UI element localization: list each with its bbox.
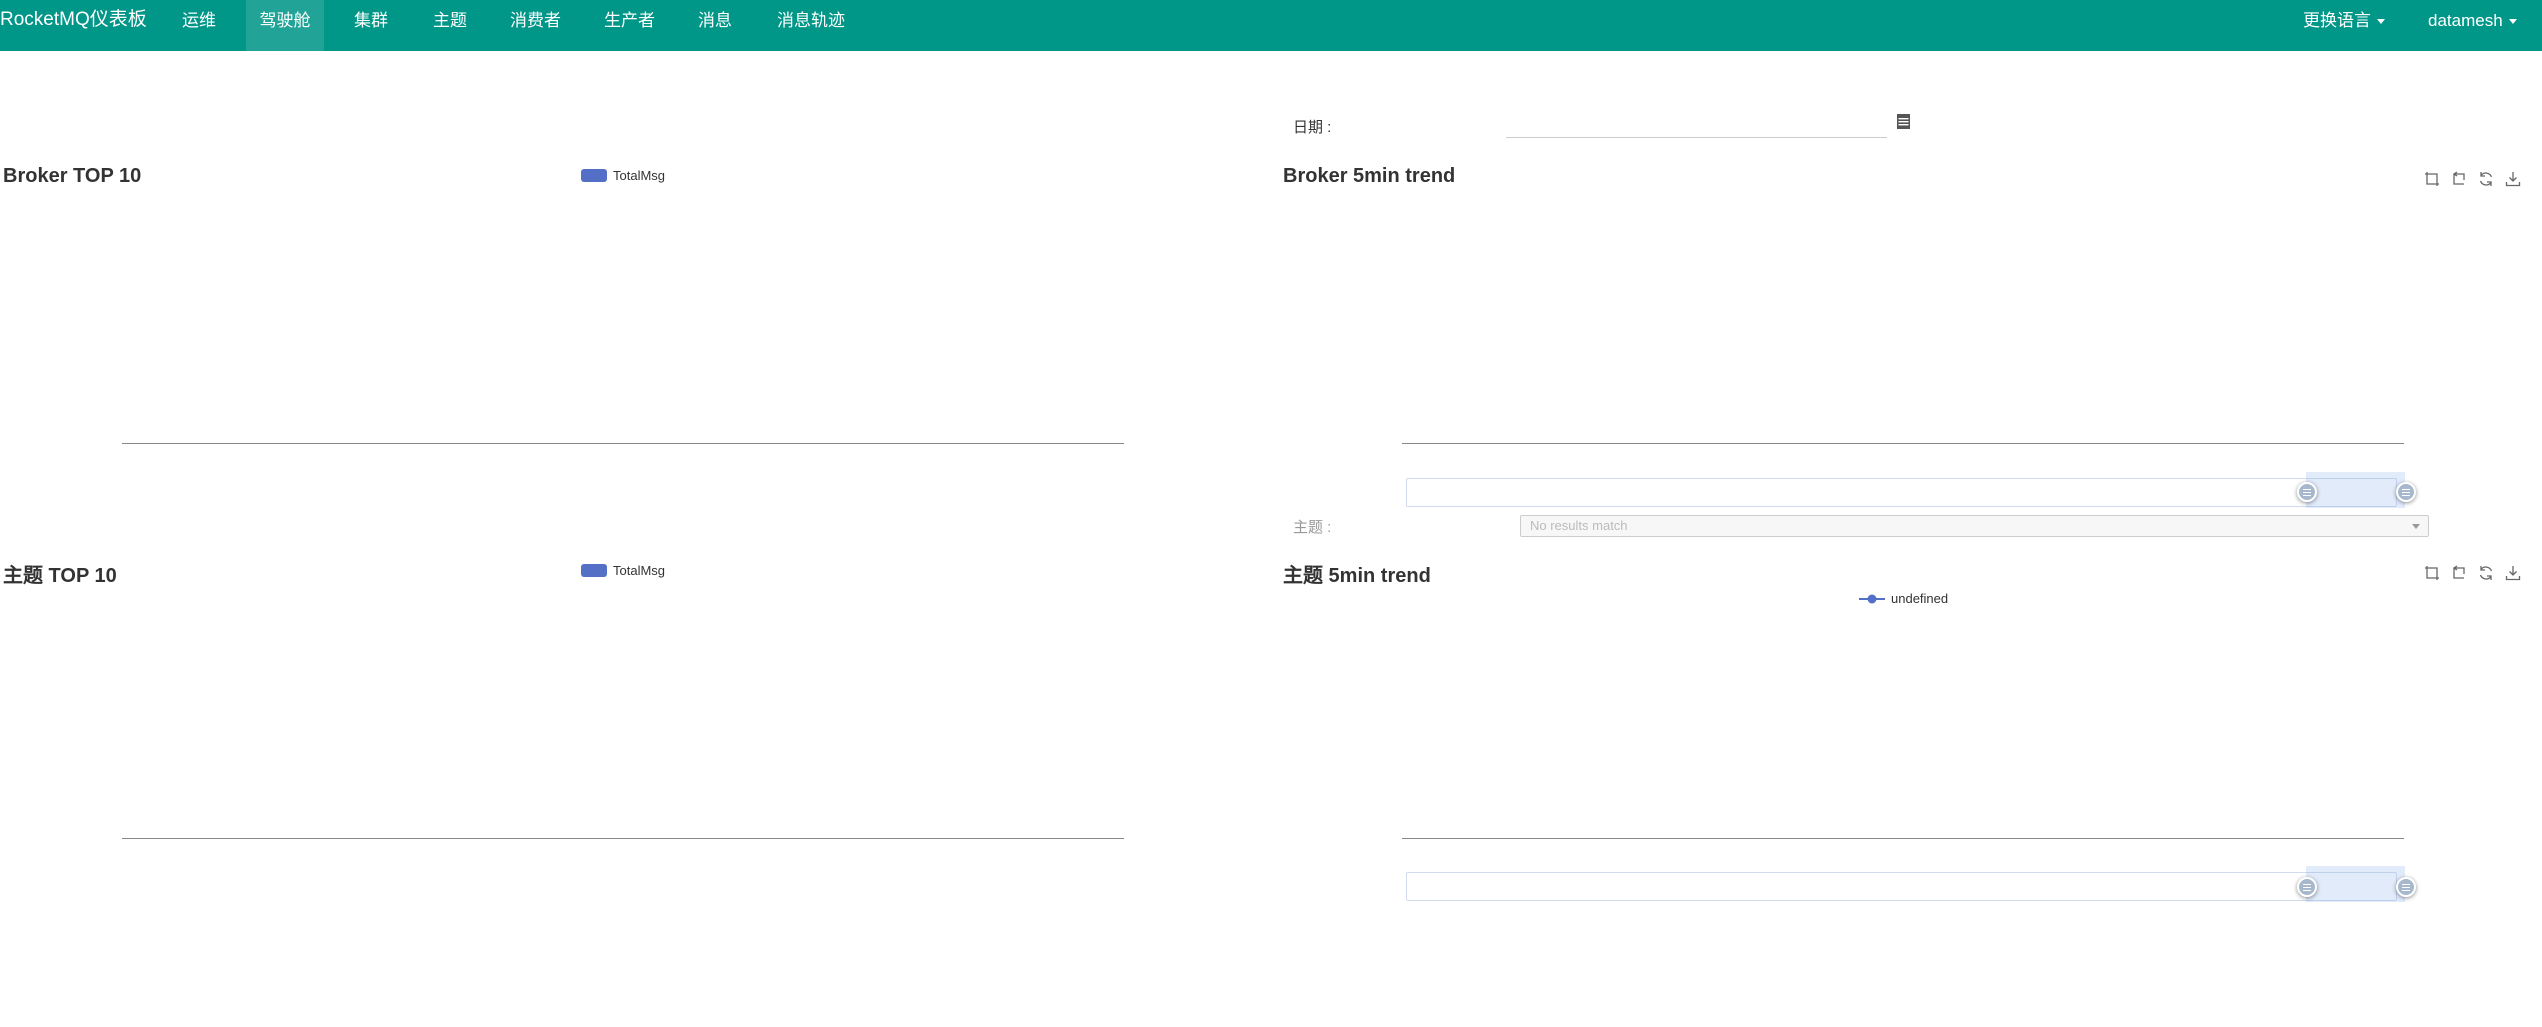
restore-icon[interactable]: [2478, 565, 2494, 581]
save-image-icon[interactable]: [2505, 171, 2521, 187]
nav-item-producer[interactable]: 生产者: [604, 0, 655, 51]
nav-item-message[interactable]: 消息: [698, 0, 732, 51]
legend-line-marker: [1859, 594, 1885, 603]
broker-trend-zoom-handle-left[interactable]: [2297, 482, 2317, 502]
legend-label: TotalMsg: [613, 168, 666, 183]
broker-top10-legend[interactable]: TotalMsg: [581, 168, 665, 183]
broker-trend-zoom-slider[interactable]: [1406, 478, 2397, 507]
topic-select-placeholder: No results match: [1530, 518, 1628, 533]
topic-trend-toolbox: [2424, 565, 2521, 581]
legend-label: TotalMsg: [613, 563, 666, 578]
topic-trend-legend[interactable]: undefined: [1859, 591, 1948, 606]
topic-top10-x-axis: [122, 838, 1124, 839]
zoom-reset-icon[interactable]: [2451, 171, 2467, 187]
calendar-icon[interactable]: [1897, 114, 1910, 129]
nav-item-ops[interactable]: 运维: [182, 0, 216, 51]
nav-item-cluster[interactable]: 集群: [354, 0, 388, 51]
nav-item-message-trace[interactable]: 消息轨迹: [777, 0, 845, 51]
broker-trend-zoom-window[interactable]: [2306, 472, 2405, 508]
chevron-down-icon: [2508, 19, 2517, 25]
date-label: 日期 :: [1293, 119, 1332, 136]
topic-trend-title: 主题 5min trend: [1283, 565, 1431, 587]
user-dropdown-label: datamesh: [2428, 11, 2503, 30]
topic-trend-zoom-handle-left[interactable]: [2297, 877, 2317, 897]
broker-trend-zoom-handle-right[interactable]: [2396, 482, 2416, 502]
legend-swatch: [581, 564, 607, 577]
zoom-select-icon[interactable]: [2424, 171, 2440, 187]
broker-top10-title: Broker TOP 10: [3, 165, 142, 187]
chevron-down-icon: [2412, 524, 2420, 529]
broker-trend-title: Broker 5min trend: [1283, 165, 1456, 187]
topic-trend-zoom-handle-right[interactable]: [2396, 877, 2416, 897]
user-dropdown[interactable]: datamesh: [2428, 0, 2517, 51]
top-navbar: RocketMQ仪表板 运维 驾驶舱 集群 主题 消费者 生产者 消息 消息轨迹…: [0, 0, 2542, 51]
nav-item-topic[interactable]: 主题: [433, 0, 467, 51]
brand-logo[interactable]: RocketMQ仪表板: [0, 0, 147, 40]
broker-top10-x-axis: [122, 443, 1124, 444]
topic-top10-legend[interactable]: TotalMsg: [581, 563, 665, 578]
legend-label: undefined: [1891, 591, 1949, 606]
topic-select[interactable]: No results match: [1520, 515, 2429, 537]
broker-trend-x-axis: [1402, 443, 2404, 444]
save-image-icon[interactable]: [2505, 565, 2521, 581]
date-input[interactable]: [1506, 115, 1887, 138]
topic-trend-zoom-window[interactable]: [2306, 866, 2405, 902]
restore-icon[interactable]: [2478, 171, 2494, 187]
broker-trend-toolbox: [2424, 171, 2521, 187]
legend-swatch: [581, 169, 607, 182]
nav-item-consumer[interactable]: 消费者: [510, 0, 561, 51]
language-dropdown-label: 更换语言: [2303, 11, 2371, 30]
zoom-reset-icon[interactable]: [2451, 565, 2467, 581]
nav-item-dashboard[interactable]: 驾驶舱: [246, 0, 324, 51]
topic-top10-title: 主题 TOP 10: [3, 565, 117, 587]
chevron-down-icon: [2377, 19, 2385, 25]
language-dropdown[interactable]: 更换语言: [2303, 0, 2385, 51]
topic-trend-x-axis: [1402, 838, 2404, 839]
topic-trend-zoom-slider[interactable]: [1406, 872, 2397, 901]
zoom-select-icon[interactable]: [2424, 565, 2440, 581]
topic-label: 主题 :: [1293, 519, 1332, 536]
